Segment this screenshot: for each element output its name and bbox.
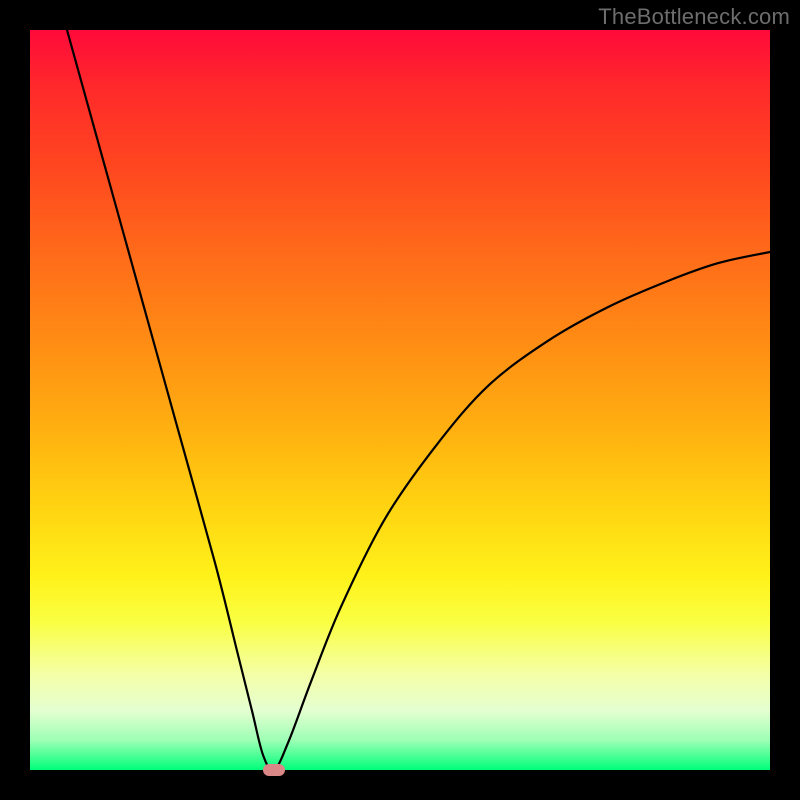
optimal-marker <box>263 764 285 776</box>
watermark-text: TheBottleneck.com <box>598 4 790 30</box>
plot-area <box>30 30 770 770</box>
chart-frame: TheBottleneck.com <box>0 0 800 800</box>
bottleneck-curve <box>30 30 770 770</box>
